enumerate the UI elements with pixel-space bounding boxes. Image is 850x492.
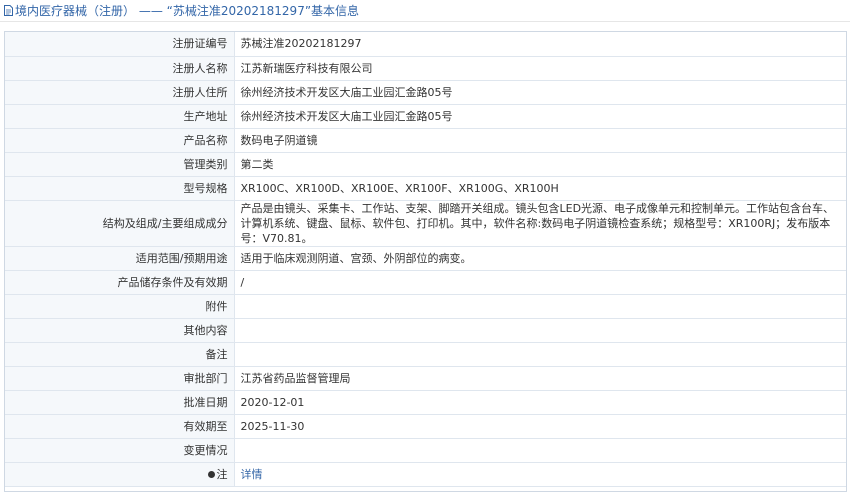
row-label: 其他内容	[5, 317, 235, 343]
row-value: 徐州经济技术开发区大庙工业园汇金路05号	[233, 103, 846, 129]
row-label: 备注	[5, 341, 235, 367]
table-row: 变更情况	[5, 437, 846, 463]
table-row: 结构及组成/主要组成成分 产品是由镜头、采集卡、工作站、支架、脚踏开关组成。镜头…	[5, 199, 846, 247]
row-value: 2025-11-30	[233, 413, 846, 439]
row-label: 有效期至	[5, 413, 235, 439]
row-value: 适用于临床观测阴道、宫颈、外阴部位的病变。	[233, 245, 846, 271]
row-label: 产品储存条件及有效期	[5, 269, 235, 295]
row-label: 注册人住所	[5, 79, 235, 105]
table-row: 批准日期 2020-12-01	[5, 389, 846, 415]
row-label: 管理类别	[5, 151, 235, 177]
table-row: 注 详情	[5, 461, 846, 487]
table-row: 生产地址 徐州经济技术开发区大庙工业园汇金路05号	[5, 103, 846, 129]
info-table-container: 注册证编号 苏械注准20202181297 注册人名称 江苏新瑞医疗科技有限公司…	[4, 31, 847, 492]
row-value: 江苏新瑞医疗科技有限公司	[233, 55, 846, 81]
row-value: 徐州经济技术开发区大庙工业园汇金路05号	[233, 79, 846, 105]
row-label: 注册证编号	[5, 32, 235, 57]
page-header: 境内医疗器械（注册） —— “苏械注准20202181297”基本信息	[0, 0, 850, 22]
row-label: 适用范围/预期用途	[5, 245, 235, 271]
row-value: 第二类	[233, 151, 846, 177]
row-value: XR100C、XR100D、XR100E、XR100F、XR100G、XR100…	[233, 175, 846, 201]
row-value: 数码电子阴道镜	[233, 127, 846, 153]
row-label: 附件	[5, 293, 235, 319]
row-label: 注册人名称	[5, 55, 235, 81]
row-value	[233, 437, 846, 463]
info-table: 注册证编号 苏械注准20202181297 注册人名称 江苏新瑞医疗科技有限公司…	[5, 32, 846, 487]
table-row: 型号规格 XR100C、XR100D、XR100E、XR100F、XR100G、…	[5, 175, 846, 201]
row-value: 产品是由镜头、采集卡、工作站、支架、脚踏开关组成。镜头包含LED光源、电子成像单…	[233, 199, 846, 247]
table-row: 附件	[5, 293, 846, 319]
page-title: 境内医疗器械（注册） —— “苏械注准20202181297”基本信息	[15, 4, 360, 18]
row-value	[233, 293, 846, 319]
row-label: 变更情况	[5, 437, 235, 463]
note-marker-icon	[207, 471, 215, 478]
row-value	[233, 317, 846, 343]
table-row: 注册人住所 徐州经济技术开发区大庙工业园汇金路05号	[5, 79, 846, 105]
table-row: 产品名称 数码电子阴道镜	[5, 127, 846, 153]
row-label: 型号规格	[5, 175, 235, 201]
table-row: 备注	[5, 341, 846, 367]
row-label: 结构及组成/主要组成成分	[5, 199, 235, 247]
table-row: 注册人名称 江苏新瑞医疗科技有限公司	[5, 55, 846, 81]
table-row: 适用范围/预期用途 适用于临床观测阴道、宫颈、外阴部位的病变。	[5, 245, 846, 271]
document-icon	[4, 5, 13, 16]
row-value: 2020-12-01	[233, 389, 846, 415]
row-value: 苏械注准20202181297	[233, 32, 846, 57]
row-value	[233, 341, 846, 367]
table-row: 有效期至 2025-11-30	[5, 413, 846, 439]
table-row: 审批部门 江苏省药品监督管理局	[5, 365, 846, 391]
table-row: 管理类别 第二类	[5, 151, 846, 177]
table-row: 注册证编号 苏械注准20202181297	[5, 32, 846, 57]
row-label: 生产地址	[5, 103, 235, 129]
detail-link[interactable]: 详情	[241, 468, 263, 481]
row-value: 江苏省药品监督管理局	[233, 365, 846, 391]
row-label: 产品名称	[5, 127, 235, 153]
row-value: 详情	[233, 461, 846, 487]
row-label: 批准日期	[5, 389, 235, 415]
table-row: 产品储存条件及有效期 /	[5, 269, 846, 295]
table-row: 其他内容	[5, 317, 846, 343]
row-label: 注	[216, 467, 228, 481]
row-value: /	[233, 269, 846, 295]
note-label-cell: 注	[5, 461, 235, 487]
row-label: 审批部门	[5, 365, 235, 391]
